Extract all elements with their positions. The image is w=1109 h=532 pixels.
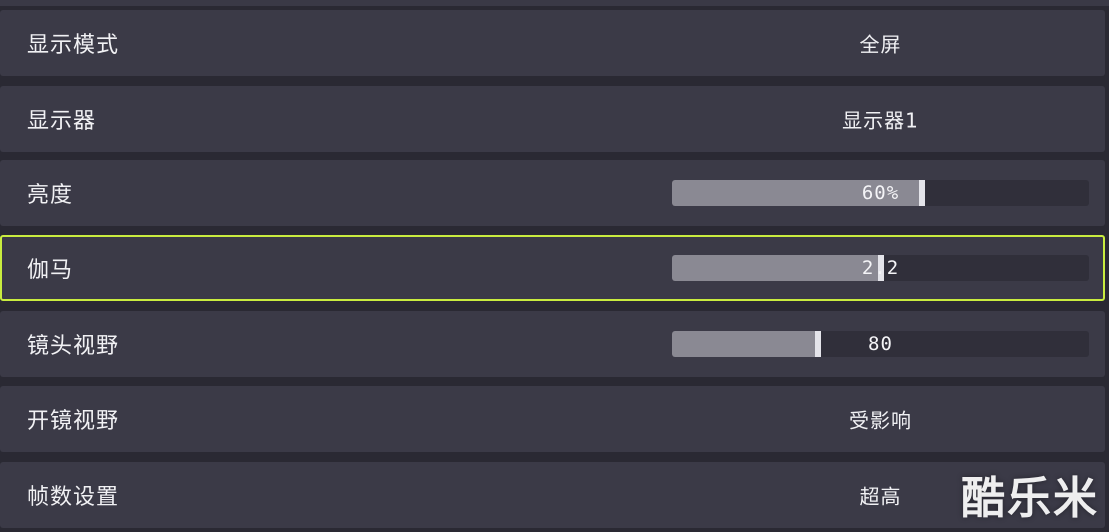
fov-value: 80 — [868, 333, 893, 355]
setting-row-framerate[interactable]: 帧数设置 超高 — [0, 462, 1105, 528]
setting-label: 帧数设置 — [27, 485, 120, 510]
setting-row-display-mode[interactable]: 显示模式 全屏 — [0, 10, 1105, 76]
setting-label: 显示器 — [27, 109, 97, 134]
gamma-value: 2.2 — [861, 257, 900, 279]
fov-slider[interactable]: 80 — [672, 331, 1089, 357]
setting-label: 开镜视野 — [27, 409, 120, 434]
setting-label: 镜头视野 — [27, 334, 120, 359]
setting-label: 显示模式 — [27, 33, 120, 58]
setting-row-gamma[interactable]: 伽马 2.2 — [0, 235, 1105, 301]
scope-fov-value[interactable]: 受影响 — [672, 405, 1089, 434]
list-top-edge — [0, 0, 1109, 6]
monitor-value[interactable]: 显示器1 — [672, 105, 1089, 134]
setting-row-monitor[interactable]: 显示器 显示器1 — [0, 86, 1105, 152]
setting-label: 亮度 — [27, 183, 74, 208]
setting-row-scope-fov[interactable]: 开镜视野 受影响 — [0, 386, 1105, 452]
gamma-slider[interactable]: 2.2 — [672, 255, 1089, 281]
display-mode-value[interactable]: 全屏 — [672, 29, 1089, 58]
setting-row-brightness[interactable]: 亮度 60% — [0, 160, 1105, 226]
brightness-slider[interactable]: 60% — [672, 180, 1089, 206]
watermark-logo: 酷乐米 — [961, 473, 1099, 524]
setting-row-fov[interactable]: 镜头视野 80 — [0, 311, 1105, 377]
brightness-value: 60% — [861, 182, 900, 204]
setting-label: 伽马 — [27, 258, 74, 283]
